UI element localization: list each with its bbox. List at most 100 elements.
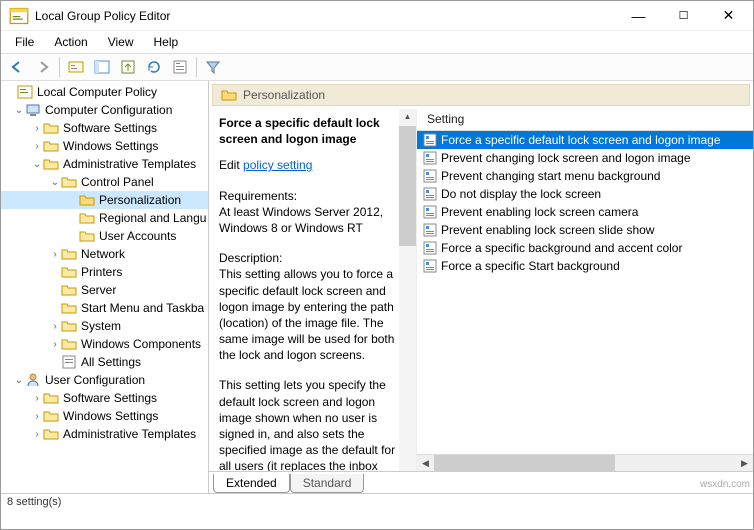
tree-item[interactable]: Printers: [1, 263, 208, 281]
user-icon: [25, 372, 41, 388]
tree-item[interactable]: Regional and Langu: [1, 209, 208, 227]
tree-item[interactable]: Start Menu and Taskba: [1, 299, 208, 317]
export-icon: [120, 59, 136, 75]
category-header: Personalization: [212, 84, 750, 106]
settings-list-icon: [61, 354, 77, 370]
list-item[interactable]: Prevent enabling lock screen camera: [417, 203, 753, 221]
folder-list-icon: [68, 59, 84, 75]
tree-label: Control Panel: [81, 175, 154, 189]
tree-item[interactable]: ›System: [1, 317, 208, 335]
tree-item[interactable]: ›Network: [1, 245, 208, 263]
settings-list-pane: Setting Force a specific default lock sc…: [417, 109, 753, 471]
policy-item-icon: [423, 151, 437, 165]
toolbar-divider: [196, 57, 197, 77]
back-button[interactable]: [5, 55, 29, 79]
tree-label: Windows Settings: [63, 409, 158, 423]
scroll-right-button[interactable]: ▶: [736, 455, 753, 472]
minimize-button[interactable]: —: [616, 2, 661, 30]
menu-file[interactable]: File: [7, 33, 42, 51]
folder-open-icon: [221, 87, 237, 103]
maximize-button[interactable]: ☐: [661, 2, 706, 30]
scroll-left-button[interactable]: ◀: [417, 455, 434, 472]
folder-icon: [43, 120, 59, 136]
edit-prefix: Edit: [219, 158, 243, 172]
tree-computer-config[interactable]: ⌄Computer Configuration: [1, 101, 208, 119]
tree-item[interactable]: ⌄Administrative Templates: [1, 155, 208, 173]
watermark: wsxdn.com: [700, 479, 750, 490]
list-label: Prevent changing start menu background: [441, 169, 660, 183]
scrollbar-thumb[interactable]: [434, 455, 615, 472]
refresh-icon: [146, 59, 162, 75]
arrow-right-icon: [35, 59, 51, 75]
tree-label: Computer Configuration: [45, 103, 172, 117]
menu-help[interactable]: Help: [146, 33, 187, 51]
tool-btn-5[interactable]: [168, 55, 192, 79]
forward-button[interactable]: [31, 55, 55, 79]
content-area: Local Computer Policy ⌄Computer Configur…: [1, 81, 753, 493]
vertical-scrollbar[interactable]: ▲: [399, 109, 416, 471]
tree-item[interactable]: Server: [1, 281, 208, 299]
tree-item[interactable]: ›Windows Settings: [1, 407, 208, 425]
tree-item[interactable]: ›Windows Settings: [1, 137, 208, 155]
policy-item-icon: [423, 241, 437, 255]
edit-policy-link[interactable]: policy setting: [243, 158, 312, 172]
menu-view[interactable]: View: [100, 33, 142, 51]
description-label: Description:: [219, 250, 406, 266]
policy-item-icon: [423, 259, 437, 273]
tool-btn-4[interactable]: [142, 55, 166, 79]
list-item[interactable]: Force a specific Start background: [417, 257, 753, 275]
tab-standard[interactable]: Standard: [290, 474, 365, 493]
scrollbar-track[interactable]: [434, 455, 736, 472]
folder-icon: [43, 156, 59, 172]
list-item[interactable]: Do not display the lock screen: [417, 185, 753, 203]
list-label: Prevent enabling lock screen slide show: [441, 223, 654, 237]
list-item[interactable]: Force a specific background and accent c…: [417, 239, 753, 257]
column-header-setting[interactable]: Setting: [417, 109, 753, 131]
folder-icon: [61, 174, 77, 190]
tree-item[interactable]: ⌄Control Panel: [1, 173, 208, 191]
tool-btn-3[interactable]: [116, 55, 140, 79]
computer-icon: [25, 102, 41, 118]
menu-action[interactable]: Action: [46, 33, 95, 51]
tree-item[interactable]: ›Software Settings: [1, 389, 208, 407]
list-item[interactable]: Force a specific default lock screen and…: [417, 131, 753, 149]
tree-item[interactable]: ›Windows Components: [1, 335, 208, 353]
folder-icon: [43, 426, 59, 442]
filter-button[interactable]: [201, 55, 225, 79]
folder-icon: [61, 264, 77, 280]
tree-item[interactable]: All Settings: [1, 353, 208, 371]
description-p2: This setting lets you specify the defaul…: [219, 377, 406, 471]
list-item[interactable]: Prevent enabling lock screen slide show: [417, 221, 753, 239]
tree-label: Windows Settings: [63, 139, 158, 153]
title-bar: Local Group Policy Editor — ☐ ✕: [1, 1, 753, 31]
tree-item[interactable]: ›Administrative Templates: [1, 425, 208, 443]
policy-icon: [17, 84, 33, 100]
tree-item[interactable]: ›Software Settings: [1, 119, 208, 137]
tree-label: Network: [81, 247, 125, 261]
requirements-label: Requirements:: [219, 188, 406, 204]
tree-label: Start Menu and Taskba: [81, 301, 204, 315]
tool-btn-2[interactable]: [90, 55, 114, 79]
tree-root[interactable]: Local Computer Policy: [1, 83, 208, 101]
view-tabs: Extended Standard: [209, 471, 753, 493]
tree-item[interactable]: User Accounts: [1, 227, 208, 245]
close-button[interactable]: ✕: [706, 2, 751, 30]
scrollbar-thumb[interactable]: [399, 126, 416, 246]
requirements-text: At least Windows Server 2012, Windows 8 …: [219, 204, 406, 236]
list-label: Prevent enabling lock screen camera: [441, 205, 638, 219]
panel-icon: [94, 59, 110, 75]
policy-item-icon: [423, 187, 437, 201]
list-item[interactable]: Prevent changing start menu background: [417, 167, 753, 185]
list-label: Do not display the lock screen: [441, 187, 601, 201]
detail-split: Force a specific default lock screen and…: [209, 109, 753, 471]
tab-extended[interactable]: Extended: [213, 474, 290, 493]
list-item[interactable]: Prevent changing lock screen and logon i…: [417, 149, 753, 167]
list-label: Prevent changing lock screen and logon i…: [441, 151, 691, 165]
horizontal-scrollbar[interactable]: ◀ ▶: [417, 454, 753, 471]
tree-item-personalization[interactable]: Personalization: [1, 191, 208, 209]
tool-btn-1[interactable]: [64, 55, 88, 79]
tree-label: Software Settings: [63, 391, 157, 405]
tree-user-config[interactable]: ⌄User Configuration: [1, 371, 208, 389]
folder-icon: [43, 138, 59, 154]
folder-open-icon: [79, 192, 95, 208]
